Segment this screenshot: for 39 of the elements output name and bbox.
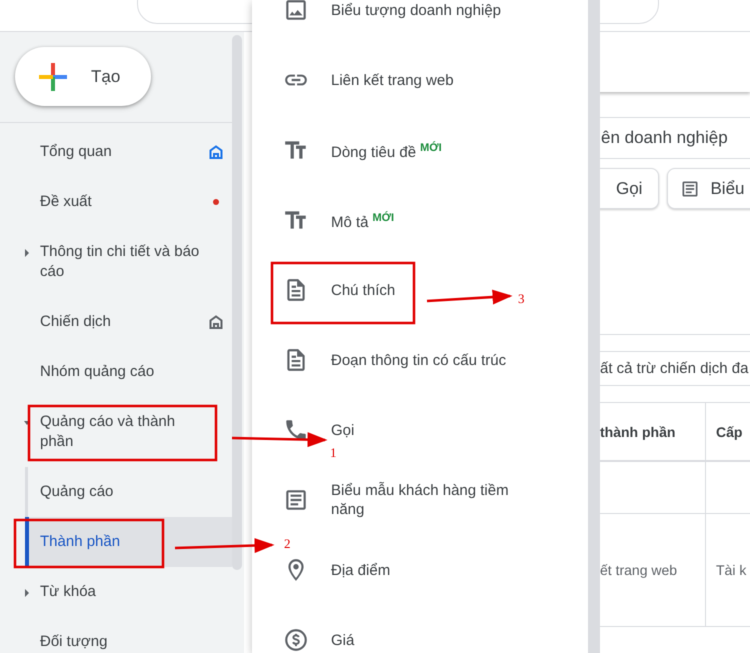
table-cell-text: ết trang web — [600, 561, 678, 580]
nav-item[interactable]: Chiến dịch — [0, 297, 232, 347]
chip-button[interactable]: Biểu — [667, 168, 750, 209]
menu-item[interactable]: Đoạn thông tin có cấu trúc — [283, 347, 506, 373]
menu-item[interactable]: Dòng tiêu đề $^{MỚI}$ — [283, 137, 442, 163]
menu-item[interactable]: Địa điểm — [283, 557, 390, 583]
annotation-number: 3 — [518, 291, 524, 306]
menu-item[interactable]: Liên kết trang web — [283, 67, 454, 93]
scrollbar-thumb[interactable] — [232, 35, 242, 570]
menu-item[interactable]: Biểu mẫu khách hàng tiềm năng — [283, 481, 531, 519]
nav-item[interactable]: Đề xuất — [0, 177, 232, 227]
nav-subitem[interactable]: Quảng cáo — [25, 467, 232, 517]
nav-item[interactable]: Nhóm quảng cáo — [0, 347, 232, 397]
nav-subitem[interactable]: Thành phần — [25, 517, 232, 567]
caret-icon — [24, 249, 30, 257]
menu-item[interactable]: Chú thích — [283, 277, 396, 303]
dollar-icon — [283, 627, 309, 653]
caret-icon — [24, 419, 30, 427]
create-button[interactable]: Tạo — [15, 47, 151, 106]
column-header[interactable]: thành phần — [600, 403, 705, 460]
nav-item[interactable]: Đối tượng — [0, 617, 232, 653]
nav-item[interactable]: Từ khóa — [0, 567, 232, 617]
nav-item[interactable]: Quảng cáo và thành phần — [0, 397, 232, 467]
menu-item[interactable]: Mô tả $^{MỚI}$ — [283, 207, 394, 233]
column-header[interactable]: Cấp — [705, 403, 750, 460]
caret-icon — [24, 589, 30, 597]
nav-item[interactable]: Thông tin chi tiết và báo cáo — [0, 227, 232, 297]
menu-item[interactable]: Gọi — [283, 417, 354, 443]
nav-item[interactable]: Tổng quan — [0, 127, 232, 177]
annotation-number: 2 — [284, 536, 290, 551]
form-icon — [680, 178, 700, 198]
plus-icon — [37, 60, 69, 92]
annotation-number: 1 — [330, 445, 336, 460]
scrollbar-track[interactable] — [588, 0, 600, 653]
menu-item[interactable]: Biểu tượng doanh nghiệp — [283, 0, 502, 23]
new-label: MỚI — [420, 142, 442, 154]
new-label: MỚI — [372, 212, 394, 224]
menu-item[interactable]: Giá — [283, 627, 354, 653]
table-cell: Tài k — [705, 514, 750, 626]
